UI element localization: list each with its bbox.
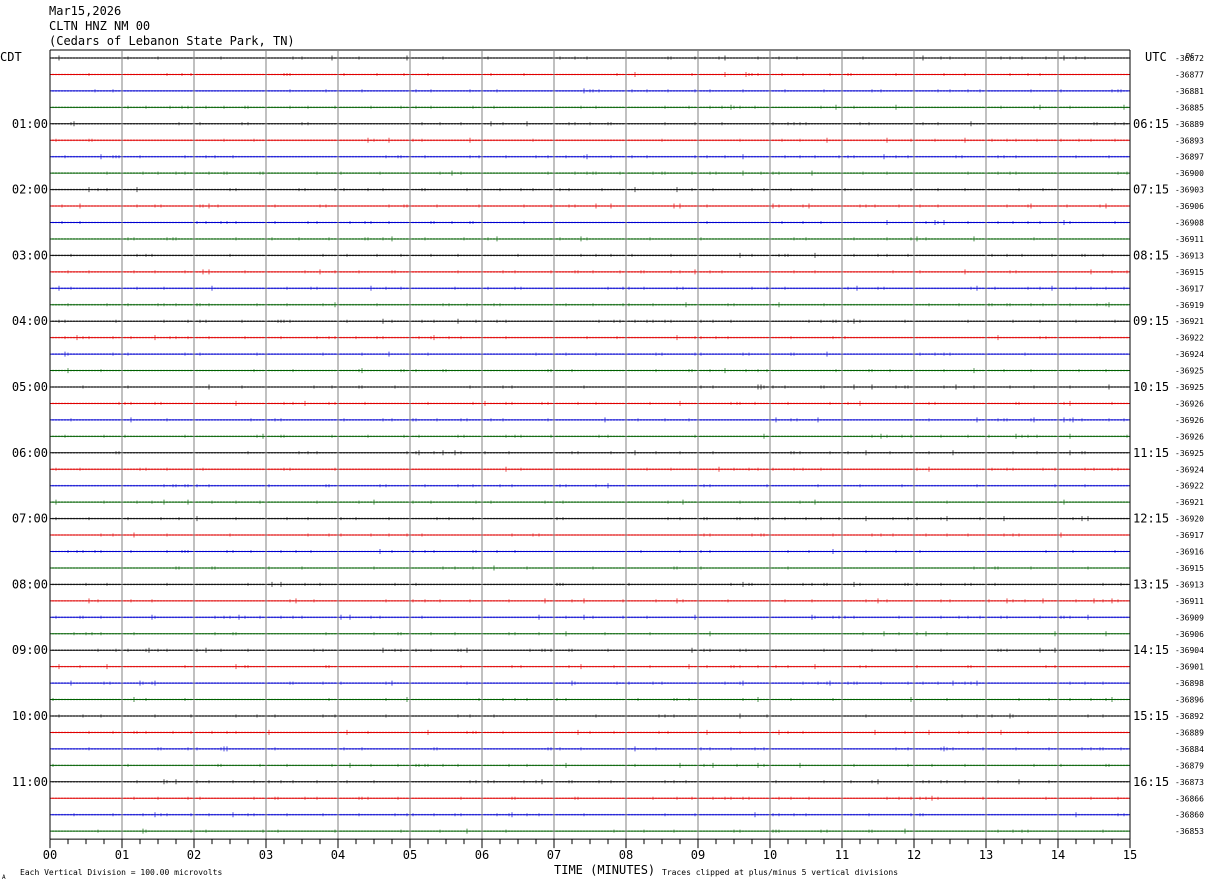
scale-note: Each Vertical Division = 100.00 microvol…: [20, 868, 222, 877]
utc-hour-label: 10:15: [1133, 380, 1169, 394]
corner-mark: A: [2, 874, 6, 881]
left-timezone-label: CDT: [0, 50, 22, 64]
dc-offset-value: -36906: [1175, 202, 1204, 211]
dc-offset-value: -36903: [1175, 186, 1204, 195]
cdt-hour-label: 05:00: [12, 380, 48, 394]
x-tick-label: 03: [259, 848, 273, 862]
utc-hour-label: 12:15: [1133, 512, 1169, 526]
x-tick-label: 09: [691, 848, 705, 862]
x-tick-label: 14: [1051, 848, 1065, 862]
dc-offset-value: -36916: [1175, 548, 1204, 557]
utc-hour-label: 14:15: [1133, 643, 1169, 657]
dc-offset-value: -36926: [1175, 416, 1204, 425]
dc-offset-value: -36897: [1175, 153, 1204, 162]
x-tick-label: 15: [1123, 848, 1137, 862]
x-tick-label: 10: [763, 848, 777, 862]
dc-offset-value: -36909: [1175, 613, 1204, 622]
dc-offset-value: -36884: [1175, 745, 1204, 754]
dc-offset-value: -36913: [1175, 251, 1204, 260]
dc-offset-labels: -36872-36877-36881-36885-36889-36893-368…: [1175, 54, 1204, 836]
dc-offset-value: -36913: [1175, 580, 1204, 589]
dc-offset-value: -36901: [1175, 663, 1204, 672]
dc-offset-value: -36892: [1175, 712, 1204, 721]
dc-offset-value: -36911: [1175, 235, 1204, 244]
dc-offset-value: -36925: [1175, 383, 1204, 392]
dc-offset-value: -36906: [1175, 630, 1204, 639]
x-tick-label: 01: [115, 848, 129, 862]
utc-hour-label: 16:15: [1133, 775, 1169, 789]
x-tick-label: 11: [835, 848, 849, 862]
right-timezone-label: UTC: [1145, 50, 1167, 64]
x-tick-label: 04: [331, 848, 345, 862]
dc-offset-value: -36911: [1175, 597, 1204, 606]
x-tick-label: 12: [907, 848, 921, 862]
x-tick-label: 06: [475, 848, 489, 862]
dc-offset-value: -36866: [1175, 794, 1204, 803]
minute-grid: [49, 49, 1131, 840]
dc-offset-value: -36922: [1175, 334, 1204, 343]
cdt-hour-label: 10:00: [12, 709, 48, 723]
x-axis-title: TIME (MINUTES): [554, 863, 655, 877]
utc-hour-label: 11:15: [1133, 446, 1169, 460]
dc-offset-value: -36893: [1175, 136, 1204, 145]
cdt-hour-label: 07:00: [12, 512, 48, 526]
dc-offset-value: -36885: [1175, 103, 1204, 112]
cdt-hour-label: 02:00: [12, 183, 48, 197]
cdt-hour-label: 08:00: [12, 577, 48, 591]
dc-offset-value: -36889: [1175, 728, 1204, 737]
x-ticks: 00 01 02 03 04 05 06 07 08 09 10 11 12 13 14 15: [43, 839, 1137, 862]
dc-offset-value: -36900: [1175, 169, 1204, 178]
dc-offset-value: -36925: [1175, 449, 1204, 458]
cdt-hour-label: 06:00: [12, 446, 48, 460]
dc-offset-value: -36921: [1175, 498, 1204, 507]
dc-offset-value: -36889: [1175, 120, 1204, 129]
dc-offset-value: -36921: [1175, 317, 1204, 326]
cdt-hour-label: 01:00: [12, 117, 48, 131]
dc-offset-value: -36896: [1175, 696, 1204, 705]
dc-offset-value: -36917: [1175, 531, 1204, 540]
x-tick-label: 13: [979, 848, 993, 862]
utc-hour-label: 13:15: [1133, 577, 1169, 591]
dc-offset-value: -36924: [1175, 465, 1204, 474]
dc-offset-value: -36853: [1175, 827, 1204, 836]
dc-offset-value: -36915: [1175, 564, 1204, 573]
x-tick-label: 02: [187, 848, 201, 862]
dc-offset-value: -36919: [1175, 301, 1204, 310]
cdt-hour-label: 03:00: [12, 248, 48, 262]
dc-offset-value: -36898: [1175, 679, 1204, 688]
dc-label: DC: [1186, 52, 1194, 60]
trace-group: [49, 55, 1130, 834]
dc-offset-value: -36915: [1175, 268, 1204, 277]
helicorder-plot: 00 01 02 03 04 05 06 07 08 09 10 11 12 13 14 15 01:00 02…: [0, 49, 1204, 881]
x-tick-label: 00: [43, 848, 57, 862]
dc-offset-value: -36926: [1175, 399, 1204, 408]
dc-offset-value: -36877: [1175, 70, 1204, 79]
utc-hour-label: 15:15: [1133, 709, 1169, 723]
utc-hour-label: 09:15: [1133, 314, 1169, 328]
dc-offset-value: -36925: [1175, 367, 1204, 376]
x-tick-label: 07: [547, 848, 561, 862]
x-tick-label: 05: [403, 848, 417, 862]
utc-hour-label: 08:15: [1133, 248, 1169, 262]
dc-offset-value: -36860: [1175, 811, 1204, 820]
clip-note: Traces clipped at plus/minus 5 vertical …: [662, 868, 898, 877]
cdt-hour-label: 04:00: [12, 314, 48, 328]
dc-offset-value: -36917: [1175, 284, 1204, 293]
dc-offset-value: -36879: [1175, 761, 1204, 770]
dc-offset-value: -36881: [1175, 87, 1204, 96]
dc-offset-value: -36908: [1175, 219, 1204, 228]
dc-offset-value: -36904: [1175, 646, 1204, 655]
dc-offset-value: -36926: [1175, 432, 1204, 441]
utc-hour-label: 07:15: [1133, 183, 1169, 197]
dc-offset-value: -36873: [1175, 778, 1204, 787]
cdt-hour-label: 09:00: [12, 643, 48, 657]
cdt-hour-label: 11:00: [12, 775, 48, 789]
x-tick-label: 08: [619, 848, 633, 862]
dc-offset-value: -36922: [1175, 482, 1204, 491]
dc-offset-value: -36924: [1175, 350, 1204, 359]
utc-hour-label: 06:15: [1133, 117, 1169, 131]
dc-offset-value: -36920: [1175, 515, 1204, 524]
